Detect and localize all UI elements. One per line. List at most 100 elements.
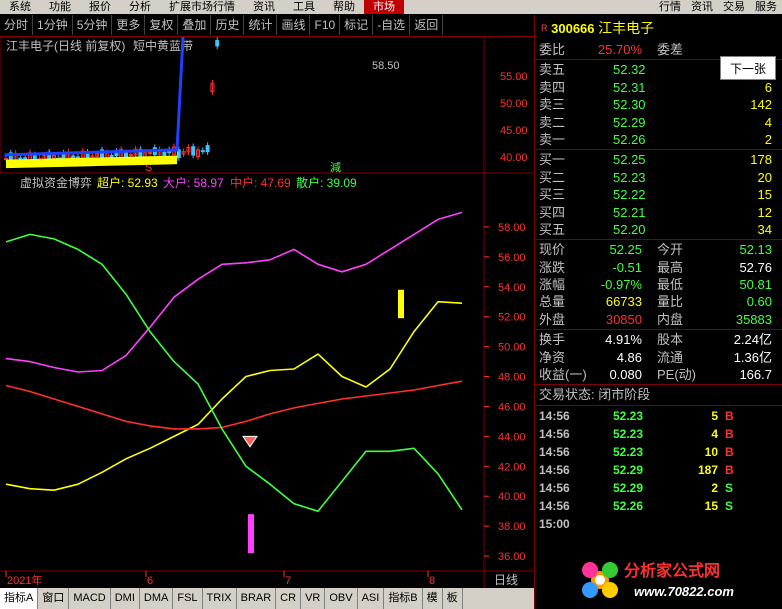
- logo-text: 分析家公式网: [624, 561, 720, 580]
- buy-level-a: 买一: [539, 152, 566, 168]
- tick-row: 15:00: [535, 515, 782, 533]
- fin-row: 净资 4.86 流通 1.36亿: [535, 349, 782, 366]
- menu-help[interactable]: 帮助: [324, 0, 364, 14]
- fin-row-a: 换手: [539, 332, 566, 348]
- flower-icon: [582, 562, 618, 598]
- quote-row-b: 30850: [605, 311, 642, 327]
- ytick-label: 44.00: [498, 431, 526, 443]
- tick-p: 52.29: [613, 480, 644, 495]
- next-button[interactable]: 下一张: [720, 56, 776, 80]
- tab-window[interactable]: 窗口: [38, 588, 70, 609]
- divider: [535, 384, 782, 386]
- tool-watchlist[interactable]: -自选: [373, 15, 411, 35]
- tool-timeshare[interactable]: 分时: [0, 15, 34, 35]
- indicator-legend-retail: 散户: 39.09: [296, 175, 357, 190]
- tab-brar[interactable]: BRAR: [237, 588, 277, 609]
- sell-level-a: 卖四: [539, 79, 566, 95]
- timeframe-label[interactable]: 日线: [494, 572, 518, 588]
- buy-level-d: 15: [757, 187, 772, 203]
- tab-cr[interactable]: CR: [276, 588, 302, 609]
- menu-right-trade[interactable]: 交易: [718, 0, 750, 14]
- tool-back[interactable]: 返回: [410, 15, 444, 35]
- tool-restore[interactable]: 复权: [145, 15, 179, 35]
- quote-row-c: 最高: [657, 259, 684, 275]
- tab-dmi[interactable]: DMI: [111, 588, 140, 609]
- tool-mark[interactable]: 标记: [340, 15, 374, 35]
- divider: [535, 404, 782, 406]
- quote-row-d: 35883: [735, 311, 772, 327]
- xtick-label: 8: [429, 575, 435, 587]
- tool-draw[interactable]: 画线: [277, 15, 311, 35]
- tab-asi[interactable]: ASI: [358, 588, 385, 609]
- tick-t: 14:56: [539, 408, 570, 423]
- series-line-1: [5, 300, 463, 491]
- tab-macd[interactable]: MACD: [69, 588, 111, 609]
- menu-right-service[interactable]: 服务: [750, 0, 782, 14]
- tab-obv[interactable]: OBV: [325, 588, 358, 609]
- sell-level-a: 卖五: [539, 62, 566, 78]
- buy-level-c: 52.20: [613, 221, 646, 237]
- tab-trix[interactable]: TRIX: [203, 588, 237, 609]
- tool-f10[interactable]: F10: [310, 15, 341, 35]
- menu-system[interactable]: 系统: [0, 0, 40, 14]
- fin-row-b: 4.91%: [605, 332, 642, 348]
- buy-level-a: 买二: [539, 169, 566, 185]
- candle-body: [205, 145, 210, 153]
- menu-news[interactable]: 资讯: [244, 0, 284, 14]
- quote-row-d: 0.60: [746, 294, 772, 310]
- sell-level-d: 142: [750, 97, 772, 113]
- quote-row-d: 52.76: [739, 259, 772, 275]
- tick-p: 52.23: [613, 444, 644, 459]
- tab-indicator-a[interactable]: 指标A: [0, 588, 39, 609]
- ytick-label: 42.00: [498, 461, 526, 473]
- tab-indicator-b[interactable]: 指标B: [384, 588, 423, 609]
- quote-row-a: 外盘: [539, 311, 566, 327]
- buy-level-c: 52.23: [613, 169, 646, 185]
- menu-tools[interactable]: 工具: [284, 0, 324, 14]
- menu-function[interactable]: 功能: [40, 0, 80, 14]
- tick-v: 187: [697, 462, 718, 477]
- fin-row-a: 净资: [539, 349, 566, 365]
- ytick-label: 52.00: [498, 312, 526, 324]
- menu-right-news[interactable]: 资讯: [686, 0, 718, 14]
- menu-market[interactable]: 市场: [364, 0, 404, 14]
- r-flag: R: [541, 23, 548, 33]
- tab-board[interactable]: 板: [443, 588, 463, 609]
- sell-level-d: 2: [764, 131, 772, 147]
- chart-svg: 江丰电子(日线 前复权) 短中黄蓝带 58.50 39.36 S 減 55.00…: [0, 37, 534, 589]
- stock-name: 江丰电子: [598, 20, 655, 36]
- menu-analysis[interactable]: 分析: [120, 0, 160, 14]
- tool-more[interactable]: 更多: [112, 15, 146, 35]
- tick-p: 52.26: [613, 498, 644, 513]
- tab-fsl[interactable]: FSL: [173, 588, 203, 609]
- buy-level-d: 12: [757, 204, 772, 220]
- tick-v: 4: [711, 426, 718, 441]
- tool-history[interactable]: 历史: [211, 15, 245, 35]
- tick-p: 52.23: [613, 408, 644, 423]
- x-axis-ticks: 2021年 6 7 8: [5, 571, 435, 587]
- quote-row: 总量 66733 量比 0.60: [535, 293, 782, 310]
- quote-row-a: 涨幅: [539, 277, 566, 293]
- menu-ext-market[interactable]: 扩展市场行情: [160, 0, 244, 14]
- tab-template[interactable]: 模: [423, 588, 443, 609]
- menu-quote[interactable]: 报价: [80, 0, 120, 14]
- tool-5min[interactable]: 5分钟: [73, 15, 113, 35]
- quote-row-a: 现价: [539, 242, 566, 258]
- tool-overlay[interactable]: 叠加: [178, 15, 212, 35]
- buy-level: 买四 52.21 12: [535, 204, 782, 221]
- menu-right-quote[interactable]: 行情: [654, 0, 686, 14]
- tab-vr[interactable]: VR: [301, 588, 326, 609]
- tab-dma[interactable]: DMA: [140, 588, 174, 609]
- buy-level-d: 34: [757, 221, 772, 237]
- indicator-name: 虚拟资金博弈: [20, 175, 92, 190]
- yellow-band: [6, 37, 184, 169]
- tick-s: B: [725, 462, 734, 477]
- tool-1min[interactable]: 1分钟: [33, 15, 73, 35]
- tick-s: B: [725, 426, 734, 441]
- fin-row-c: 流通: [657, 349, 684, 365]
- quote-row-b: 52.25: [609, 242, 642, 258]
- tool-stats[interactable]: 统计: [244, 15, 278, 35]
- fin-row-b: 0.080: [609, 367, 642, 383]
- ytick-label: 38.00: [498, 521, 526, 533]
- tick-t: 14:56: [539, 444, 570, 459]
